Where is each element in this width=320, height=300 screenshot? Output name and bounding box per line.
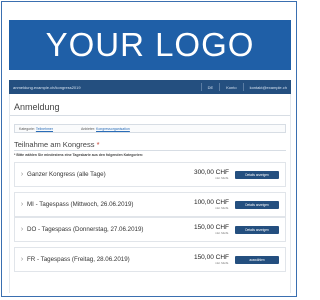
ticket-label: Ganzer Kongress (alle Tage) xyxy=(27,171,106,178)
page-title: Anmeldung xyxy=(14,102,60,112)
price-note: inkl. MwSt. xyxy=(215,176,229,180)
price-block: 150,00 CHF inkl. MwSt. xyxy=(171,254,229,265)
ticket-label: FR - Tagespass (Freitag, 28.06.2019) xyxy=(27,256,130,263)
price-block: 100,00 CHF inkl. MwSt. xyxy=(171,199,229,210)
ticket-action-button[interactable]: Details anzeigen xyxy=(235,200,279,209)
ticket-row[interactable]: › MI - Tagespass (Mittwoch, 26.06.2019) … xyxy=(14,192,286,217)
price-note: inkl. MwSt. xyxy=(215,206,229,210)
required-mark: * xyxy=(96,140,100,149)
ticket-action-button[interactable]: auswählen xyxy=(235,255,279,264)
chevron-right-icon[interactable]: › xyxy=(17,256,27,263)
ticket-label: MI - Tagespass (Mittwoch, 26.06.2019) xyxy=(27,201,134,208)
divider xyxy=(242,83,244,91)
section-title-text: Teilnahme am Kongress xyxy=(14,140,95,149)
info-provider-label: Anbieter: xyxy=(81,126,96,131)
ticket-row[interactable]: › Ganzer Kongress (alle Tage) 300,00 CHF… xyxy=(14,162,286,187)
divider xyxy=(14,150,286,151)
chevron-right-icon[interactable]: › xyxy=(17,201,27,208)
price-note: inkl. MwSt. xyxy=(215,231,229,235)
price-note: inkl. MwSt. xyxy=(215,261,229,265)
main-content: Anmeldung Kategorie: Teilnehmer Anbieter… xyxy=(9,94,291,293)
divider xyxy=(219,83,221,91)
top-navigation-bar: anmeldung.example.ch/kongress2019 DE Kon… xyxy=(9,80,291,94)
section-title: Teilnahme am Kongress * xyxy=(14,140,99,149)
price-block: 150,00 CHF inkl. MwSt. xyxy=(171,224,229,235)
ticket-row[interactable]: › DO - Tagespass (Donnerstag, 27.06.2019… xyxy=(14,217,286,242)
ticket-price: 300,00 CHF xyxy=(193,169,229,176)
ticket-price: 150,00 CHF xyxy=(193,224,229,231)
info-category: Kategorie: Teilnehmer xyxy=(19,127,53,131)
logo-banner: YOUR LOGO xyxy=(9,20,291,70)
ticket-action-button[interactable]: Details anzeigen xyxy=(235,225,279,234)
chevron-right-icon[interactable]: › xyxy=(17,171,27,178)
chevron-right-icon[interactable]: › xyxy=(17,226,27,233)
info-category-label: Kategorie: xyxy=(19,126,35,131)
topbar-url-text: anmeldung.example.ch/kongress2019 xyxy=(13,84,81,90)
ticket-price: 100,00 CHF xyxy=(193,199,229,206)
topbar-right-group: DE Konto kontakt@example.ch xyxy=(200,83,287,91)
language-selector[interactable]: DE xyxy=(208,85,214,90)
ticket-price: 150,00 CHF xyxy=(193,254,229,261)
divider xyxy=(10,115,290,116)
selection-note: * Bitte wählen Sie mindestens eine Tages… xyxy=(14,153,144,157)
divider xyxy=(200,83,202,91)
info-provider: Anbieter: Kongressorganisation xyxy=(81,127,130,131)
account-link[interactable]: Konto xyxy=(226,85,236,90)
info-box: Kategorie: Teilnehmer Anbieter: Kongress… xyxy=(14,124,286,133)
info-category-link[interactable]: Teilnehmer xyxy=(36,127,53,131)
info-provider-link[interactable]: Kongressorganisation xyxy=(96,127,130,131)
price-block: 300,00 CHF inkl. MwSt. xyxy=(171,169,229,180)
ticket-row[interactable]: › FR - Tagespass (Freitag, 28.06.2019) 1… xyxy=(14,247,286,272)
contact-link[interactable]: kontakt@example.ch xyxy=(250,85,287,90)
logo-text: YOUR LOGO xyxy=(45,26,255,63)
ticket-label: DO - Tagespass (Donnerstag, 27.06.2019) xyxy=(27,226,144,233)
ticket-action-button[interactable]: Details anzeigen xyxy=(235,170,279,179)
